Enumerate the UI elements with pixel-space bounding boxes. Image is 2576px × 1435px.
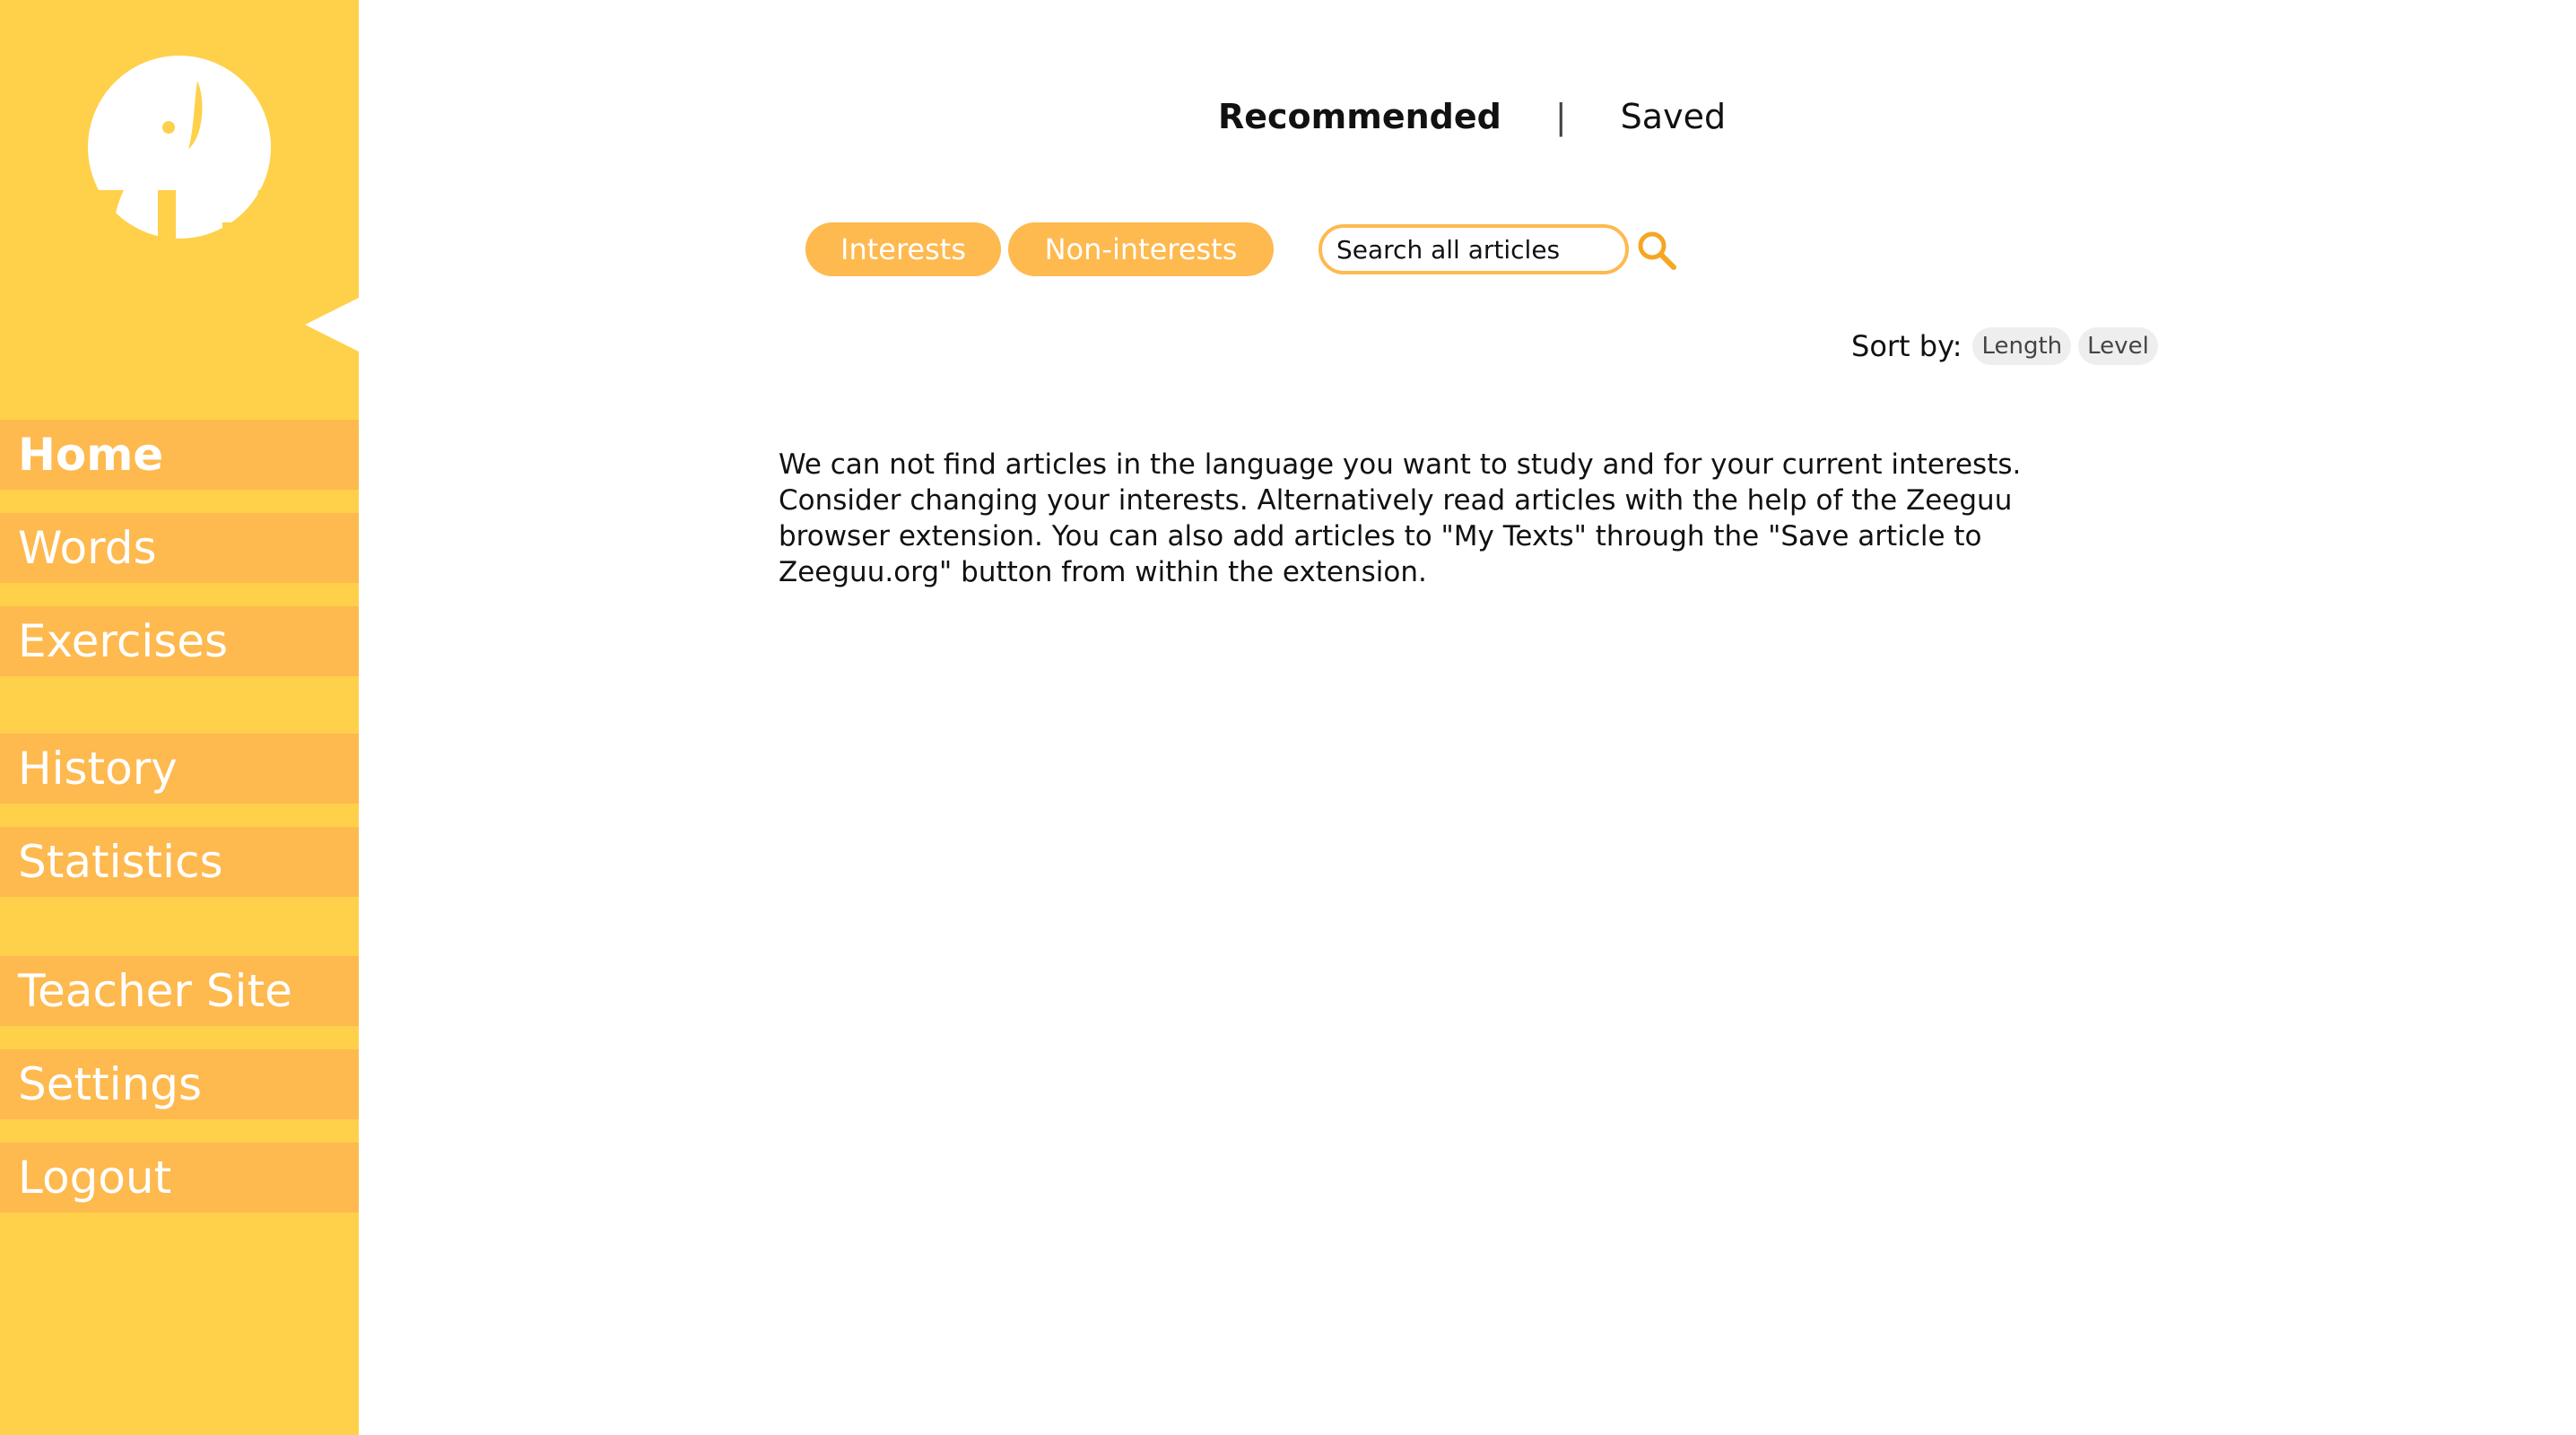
tab-saved[interactable]: Saved bbox=[1621, 97, 1726, 136]
interests-button[interactable]: Interests bbox=[805, 222, 1001, 276]
no-articles-message: We can not find articles in the language… bbox=[779, 448, 2022, 588]
tab-separator: | bbox=[1554, 97, 1567, 136]
sidebar-item-statistics[interactable]: Statistics bbox=[0, 827, 359, 897]
sort-level-button[interactable]: Level bbox=[2078, 327, 2158, 365]
sort-label: Sort by: bbox=[1851, 329, 1962, 363]
non-interests-button[interactable]: Non-interests bbox=[1008, 222, 1274, 276]
sidebar-item-settings[interactable]: Settings bbox=[0, 1049, 359, 1119]
sort-length-button[interactable]: Length bbox=[1972, 327, 2072, 365]
sort-controls: Sort by: Length Level bbox=[1851, 325, 2165, 368]
sidebar: Home Words Exercises History Statistics … bbox=[0, 0, 359, 1435]
sidebar-item-home[interactable]: Home bbox=[0, 420, 359, 490]
sidebar-item-exercises[interactable]: Exercises bbox=[0, 606, 359, 676]
app-root: Home Words Exercises History Statistics … bbox=[0, 0, 2576, 1435]
sidebar-item-words[interactable]: Words bbox=[0, 513, 359, 583]
active-pointer-arrow bbox=[305, 298, 359, 352]
sidebar-item-teacher-site[interactable]: Teacher Site bbox=[0, 956, 359, 1026]
elephant-logo-icon[interactable] bbox=[88, 56, 271, 239]
tab-recommended[interactable]: Recommended bbox=[1218, 97, 1501, 136]
sidebar-item-logout[interactable]: Logout bbox=[0, 1143, 359, 1213]
search-input[interactable] bbox=[1318, 224, 1629, 274]
sidebar-item-history[interactable]: History bbox=[0, 734, 359, 804]
search-icon[interactable] bbox=[1634, 228, 1679, 273]
article-tabs: Recommended | Saved bbox=[1218, 90, 1726, 144]
